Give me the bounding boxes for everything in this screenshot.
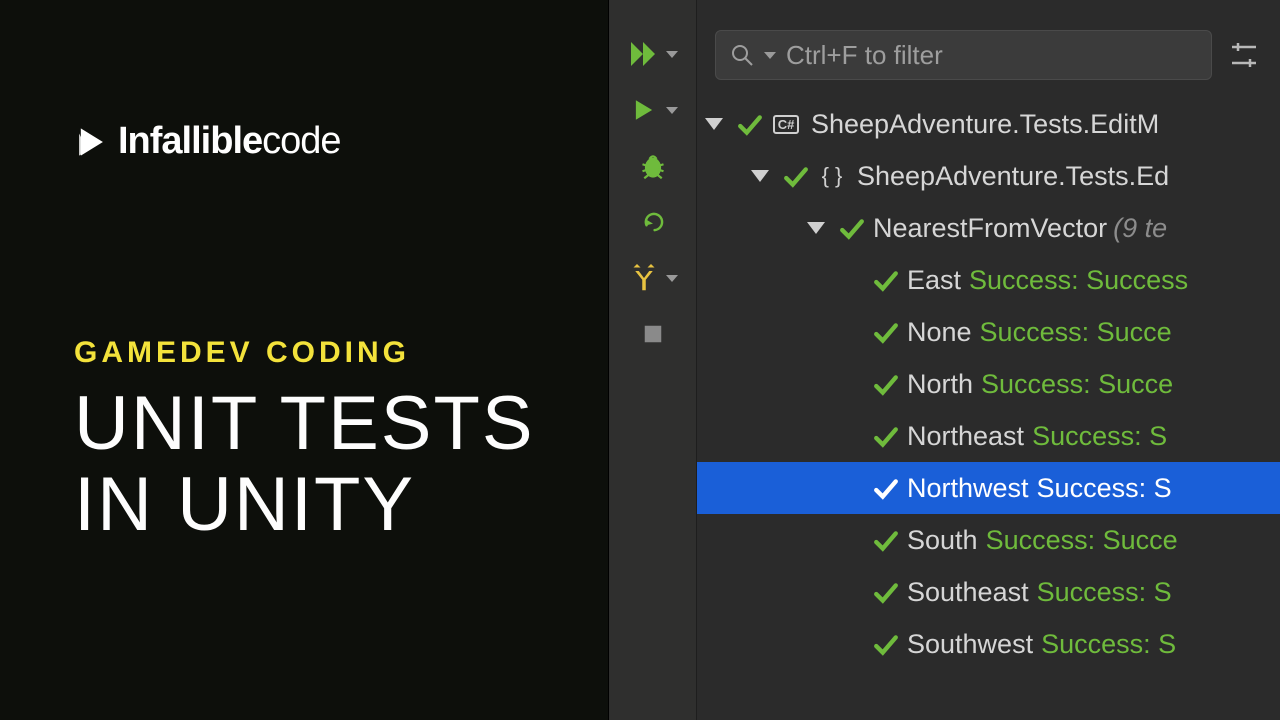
bug-icon	[637, 150, 669, 182]
expand-icon	[807, 222, 825, 234]
chevron-down-icon	[666, 51, 678, 58]
check-icon	[873, 632, 897, 656]
check-icon	[873, 372, 897, 396]
brand-logo: Infalliblecode	[74, 120, 341, 163]
check-icon	[873, 528, 897, 552]
fixture-meta: (9 te	[1113, 213, 1167, 244]
search-icon	[730, 43, 754, 67]
test-name: East	[907, 265, 961, 296]
tree-namespace-row[interactable]: { } SheepAdventure.Tests.Ed	[697, 150, 1280, 202]
run-all-button[interactable]	[609, 38, 696, 70]
check-icon	[873, 580, 897, 604]
settings-filter-icon[interactable]	[1226, 37, 1262, 73]
test-row[interactable]: Southwest Success: S	[697, 618, 1280, 670]
csharp-file-icon: C#	[771, 109, 801, 139]
test-name: South	[907, 525, 978, 556]
test-row[interactable]: North Success: Succe	[697, 358, 1280, 410]
check-icon	[873, 424, 897, 448]
double-play-icon	[628, 38, 660, 70]
test-status: Success: S	[1037, 473, 1172, 504]
test-row[interactable]: East Success: Success	[697, 254, 1280, 306]
brand-text: Infalliblecode	[118, 120, 341, 163]
redo-icon	[637, 206, 669, 238]
stop-icon	[637, 318, 669, 350]
test-name: Northwest	[907, 473, 1029, 504]
check-icon	[873, 320, 897, 344]
check-icon	[873, 268, 897, 292]
repeat-button[interactable]	[609, 206, 696, 238]
test-name: None	[907, 317, 972, 348]
test-row[interactable]: None Success: Succe	[697, 306, 1280, 358]
run-button[interactable]	[609, 94, 696, 126]
test-name: Northeast	[907, 421, 1024, 452]
test-explorer-panel: Ctrl+F to filter C#	[608, 0, 1280, 720]
branch-icon	[628, 262, 660, 294]
test-row[interactable]: Northwest Success: S	[697, 462, 1280, 514]
tree-assembly-row[interactable]: C# SheepAdventure.Tests.EditM	[697, 98, 1280, 150]
test-toolbar	[609, 0, 697, 720]
namespace-label: SheepAdventure.Tests.Ed	[857, 161, 1169, 192]
check-icon	[783, 164, 807, 188]
check-icon	[737, 112, 761, 136]
expand-icon	[751, 170, 769, 182]
title-card: Infalliblecode GAMEDEV CODING UNIT TESTS…	[0, 0, 608, 720]
main-title: UNIT TESTS IN UNITY	[74, 384, 535, 545]
fixture-label: NearestFromVector	[873, 213, 1107, 244]
play-icon	[628, 94, 660, 126]
play-triangle-icon	[74, 125, 108, 159]
check-icon	[839, 216, 863, 240]
chevron-down-icon	[666, 275, 678, 282]
expand-icon	[705, 118, 723, 130]
coverage-button[interactable]	[609, 262, 696, 294]
namespace-icon: { }	[817, 161, 847, 191]
test-row[interactable]: South Success: Succe	[697, 514, 1280, 566]
chevron-down-icon	[764, 52, 776, 59]
test-row[interactable]: Southeast Success: S	[697, 566, 1280, 618]
search-input[interactable]: Ctrl+F to filter	[715, 30, 1212, 80]
test-status: Success: S	[1032, 421, 1167, 452]
subtitle: GAMEDEV CODING	[74, 336, 410, 370]
test-name: Southeast	[907, 577, 1029, 608]
debug-button[interactable]	[609, 150, 696, 182]
assembly-label: SheepAdventure.Tests.EditM	[811, 109, 1159, 140]
test-status: Success: S	[1041, 629, 1176, 660]
test-name: North	[907, 369, 973, 400]
check-icon	[873, 476, 897, 500]
test-row[interactable]: Northeast Success: S	[697, 410, 1280, 462]
search-placeholder: Ctrl+F to filter	[786, 40, 943, 71]
stop-button[interactable]	[609, 318, 696, 350]
chevron-down-icon	[666, 107, 678, 114]
test-status: Success: S	[1037, 577, 1172, 608]
test-status: Success: Succe	[986, 525, 1178, 556]
tree-fixture-row[interactable]: NearestFromVector (9 te	[697, 202, 1280, 254]
test-name: Southwest	[907, 629, 1033, 660]
test-status: Success: Succe	[981, 369, 1173, 400]
test-status: Success: Succe	[980, 317, 1172, 348]
test-explorer-tree: Ctrl+F to filter C#	[697, 0, 1280, 720]
test-status: Success: Success	[969, 265, 1188, 296]
